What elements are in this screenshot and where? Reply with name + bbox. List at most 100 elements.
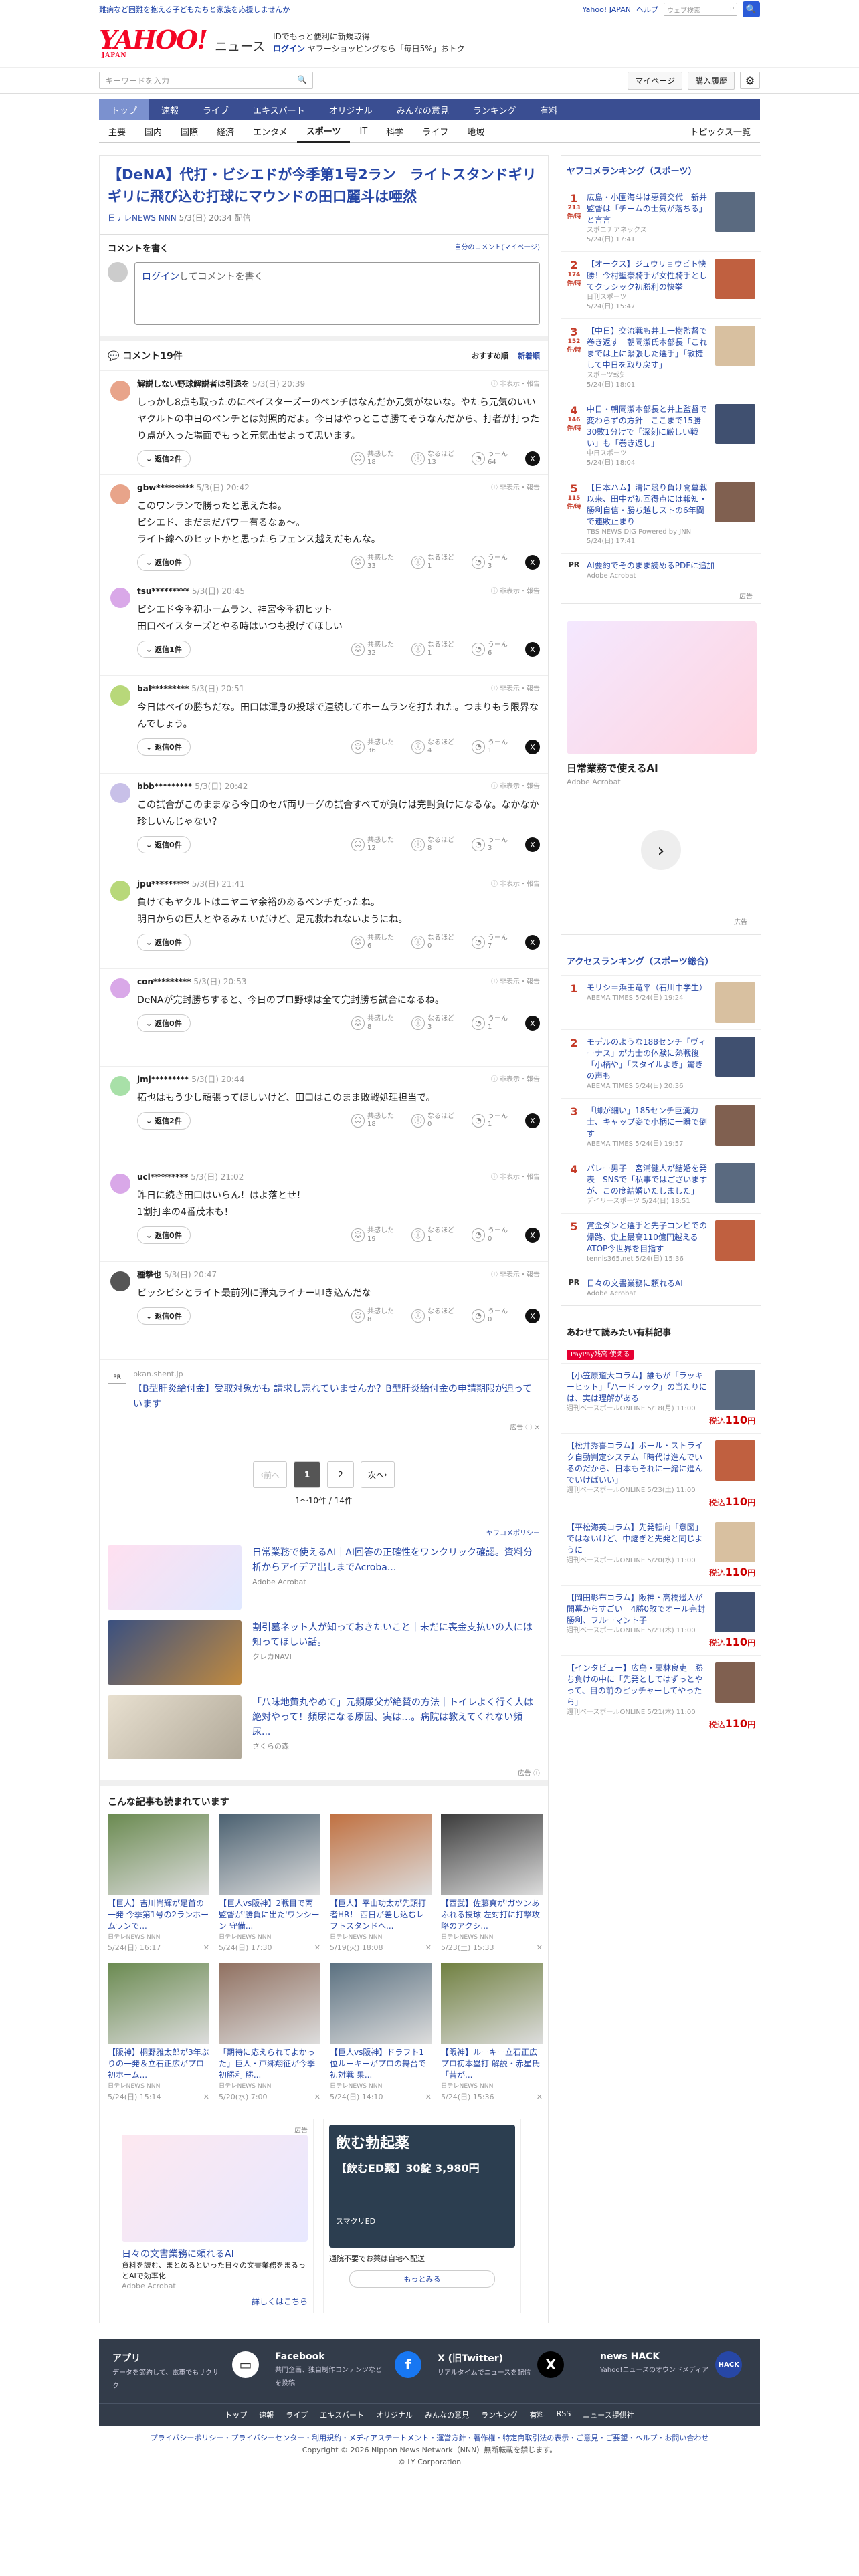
sort-newest[interactable]: 新着順: [518, 350, 540, 361]
search-icon[interactable]: 🔍: [743, 1, 760, 17]
login-link[interactable]: ログイン: [273, 44, 305, 53]
cat-entertainment[interactable]: エンタメ: [244, 120, 297, 143]
report-link[interactable]: ⓘ 非表示・報告: [491, 878, 540, 889]
sort-recommended[interactable]: おすすめ順: [472, 350, 508, 361]
search-icon[interactable]: 🔍: [297, 75, 307, 86]
more-icon[interactable]: ✕: [203, 1943, 209, 1953]
insight-button[interactable]: ⓘ なるほど 0: [411, 1113, 454, 1129]
empathy-button[interactable]: ☺ 共感した 33: [351, 554, 394, 570]
footer-link[interactable]: 速報: [259, 2409, 274, 2420]
reply-button[interactable]: ⌄ 返信0件: [137, 1014, 191, 1032]
cat-main[interactable]: 主要: [99, 120, 135, 143]
insight-button[interactable]: ⓘ なるほど 1: [411, 554, 454, 570]
report-link[interactable]: ⓘ 非表示・報告: [491, 780, 540, 792]
comment-author[interactable]: bbb*********: [137, 782, 192, 791]
footer-x[interactable]: X (旧Twitter) リアルタイムでニュースを配信 X: [438, 2351, 584, 2391]
bottom-ad-1[interactable]: 広告 日々の文書業務に頼れるAI 資料を読む、まとめるといった日々の文書業務をま…: [116, 2119, 314, 2313]
footer-facebook[interactable]: Facebook 共同企画、独自制作コンテンツなどを投稿 f: [275, 2351, 421, 2391]
avatar[interactable]: [110, 588, 130, 608]
insight-button[interactable]: ⓘ なるほど 4: [411, 739, 454, 755]
empathy-button[interactable]: ☺ 共感した 8: [351, 1015, 394, 1031]
hmm-button[interactable]: ◔ うーん 3: [472, 837, 508, 853]
side-ad[interactable]: 日常業務で使えるAI Adobe Acrobat › 広告: [561, 615, 761, 935]
keyword-input[interactable]: キーワードを入力 🔍: [99, 72, 313, 89]
report-link[interactable]: ⓘ 非表示・報告: [491, 1171, 540, 1182]
avatar[interactable]: [110, 484, 130, 504]
empathy-button[interactable]: ☺ 共感した 18: [351, 451, 394, 467]
access-ranking-item[interactable]: 2 モデルのような188センチ「ヴィーナス」が力士の体験に熱戦後「小柄や」「スタイ…: [561, 1029, 761, 1098]
related-item[interactable]: 【阪神】桐野雅太郎が3年ぶりの一発＆立石正広がプロ初ホーム... 日テレNEWS …: [108, 1963, 209, 2103]
report-link[interactable]: ⓘ 非表示・報告: [491, 378, 540, 389]
reply-button[interactable]: ⌄ 返信1件: [137, 641, 191, 658]
related-item[interactable]: 【巨人】平山功太が先頭打者HR！ 西日が差し込むレフトスタンドへ... 日テレNE…: [330, 1814, 432, 1953]
empathy-button[interactable]: ☺ 共感した 19: [351, 1227, 394, 1243]
related-item[interactable]: 【西武】佐藤爽が'ガツンあふれる投球 左対打に打撃攻略のアクシ... 日テレNEW…: [441, 1814, 543, 1953]
bottom-ad-2[interactable]: 飲む勃起薬 【飲むED薬】30錠 3,980円 スマクリED 通院不要でお薬は自宅へ…: [323, 2119, 521, 2313]
empathy-button[interactable]: ☺ 共感した 32: [351, 641, 394, 657]
footer-link[interactable]: ライブ: [286, 2409, 308, 2420]
report-link[interactable]: ⓘ 非表示・報告: [491, 1269, 540, 1280]
insight-button[interactable]: ⓘ なるほど 3: [411, 1015, 454, 1031]
more-icon[interactable]: ✕: [203, 2092, 209, 2103]
side-pr-2[interactable]: PR 日々の文書業務に頼れるAI Adobe Acrobat: [561, 1271, 761, 1305]
avatar[interactable]: [110, 783, 130, 803]
insight-button[interactable]: ⓘ なるほど 13: [411, 451, 454, 467]
paid-article[interactable]: 【小笠原道大コラム】誰もが「ラッキーヒット」「ハードラック」の当たりには、実は理…: [561, 1363, 761, 1433]
report-link[interactable]: ⓘ 非表示・報告: [491, 976, 540, 987]
ranking-item[interactable]: 5 115 件/時 【日本ハム】清に競り負け開幕戦以来、田中が初回得点には報知・勝利自…: [561, 475, 761, 553]
cat-science[interactable]: 科学: [377, 120, 413, 143]
more-icon[interactable]: ✕: [425, 2092, 432, 2103]
footer-link[interactable]: みんなの意見: [425, 2409, 469, 2420]
hmm-button[interactable]: ◔ うーん 7: [472, 934, 508, 950]
related-item[interactable]: 【巨人vs阪神】ドラフト1位ルーキーがプロの舞台で初対戦 果... 日テレNEWS…: [330, 1963, 432, 2103]
legal-links[interactable]: プライバシーポリシー・プライバシーセンター・利用規約・メディアステートメント・運…: [7, 2432, 852, 2444]
reply-button[interactable]: ⌄ 返信0件: [137, 1307, 191, 1325]
cat-domestic[interactable]: 国内: [135, 120, 171, 143]
insight-button[interactable]: ⓘ なるほど 1: [411, 1227, 454, 1243]
my-comment-link[interactable]: 自分のコメント(マイページ): [454, 241, 540, 254]
web-search-input[interactable]: ウェブ検索 P: [664, 3, 737, 16]
paid-article[interactable]: 【岡田彰布コラム】阪神・高橋遥人が開幕からすごい 4勝0敗でオール完封勝利、フル…: [561, 1585, 761, 1655]
article-source[interactable]: 日テレNEWS NNN: [108, 213, 177, 223]
hmm-button[interactable]: ◔ うーん 0: [472, 1308, 508, 1324]
tab-expert[interactable]: エキスパート: [241, 99, 317, 120]
cat-sports[interactable]: スポーツ: [296, 120, 351, 143]
ad-row-3[interactable]: 「八味地黄丸やめて」元頻尿父が絶賛の方法｜トイレよく行く人は絶対やって！頻尿にな…: [100, 1690, 548, 1765]
side-pr[interactable]: PR AI要約でそのまま読めるPDFに追加 Adobe Acrobat: [561, 553, 761, 588]
access-ranking-item[interactable]: 1 モリシ＝浜田竜平（石川中学生） ABEMA TIMES 5/24(日) 19:2…: [561, 975, 761, 1029]
comment-author[interactable]: jpu*********: [137, 879, 189, 889]
report-link[interactable]: ⓘ 非表示・報告: [491, 481, 540, 493]
details-button[interactable]: 詳しくはこちら: [122, 2296, 308, 2307]
avatar[interactable]: [110, 881, 130, 901]
x-share-icon[interactable]: X: [525, 555, 540, 570]
paid-article[interactable]: 【松井秀喜コラム】ボール・ストライク自動判定システム「時代は進んでいるのだから、…: [561, 1433, 761, 1515]
related-item[interactable]: 【阪神】ルーキー立石正広プロ初本塁打 解説・赤星氏「昔が... 日テレNEWS N…: [441, 1963, 543, 2103]
footer-link[interactable]: エキスパート: [320, 2409, 364, 2420]
cat-life[interactable]: ライフ: [413, 120, 458, 143]
hmm-button[interactable]: ◔ うーん 1: [472, 1113, 508, 1129]
x-share-icon[interactable]: X: [525, 837, 540, 852]
login-link[interactable]: ログイン: [142, 272, 179, 282]
tab-live[interactable]: ライブ: [191, 99, 241, 120]
reply-button[interactable]: ⌄ 返信0件: [137, 836, 191, 853]
reply-button[interactable]: ⌄ 返信0件: [137, 1226, 191, 1244]
reply-button[interactable]: ⌄ 返信0件: [137, 934, 191, 951]
footer-app[interactable]: アプリ データを節約して、電車でもサクサク ▭: [112, 2351, 259, 2391]
reply-button[interactable]: ⌄ 返信0件: [137, 554, 191, 571]
cat-it[interactable]: IT: [350, 120, 377, 143]
related-item[interactable]: 「期待に応えられてよかった」巨人・戸郷翔征が今季初勝利 勝... 日テレNEWS …: [219, 1963, 320, 2103]
footer-link[interactable]: トップ: [225, 2409, 247, 2420]
reply-button[interactable]: ⌄ 返信0件: [137, 738, 191, 756]
avatar[interactable]: [110, 978, 130, 998]
comment-author[interactable]: bal*********: [137, 684, 189, 693]
insight-button[interactable]: ⓘ なるほど 1: [411, 1308, 454, 1324]
report-link[interactable]: ⓘ 非表示・報告: [491, 1073, 540, 1085]
related-item[interactable]: 【巨人】吉川尚輝が足首の一発 今季第1号の2ランホームランで... 日テレNEWS…: [108, 1814, 209, 1953]
hmm-button[interactable]: ◔ うーん 1: [472, 739, 508, 755]
insight-button[interactable]: ⓘ なるほど 0: [411, 934, 454, 950]
paid-article[interactable]: 【平松海英コラム】先発転向「意図」ではないけど、中継ぎと先発と同じように 週刊ベー…: [561, 1515, 761, 1585]
ranking-item[interactable]: 4 146 件/時 中日・朝岡潔本部長と井上監督で変わらずの方針 ここまで15勝30敗…: [561, 397, 761, 475]
promo-link[interactable]: 難病など困難を抱える子どもたちと家族を応援しませんか: [99, 4, 582, 15]
avatar[interactable]: [110, 1271, 130, 1291]
tab-top[interactable]: トップ: [99, 99, 150, 120]
